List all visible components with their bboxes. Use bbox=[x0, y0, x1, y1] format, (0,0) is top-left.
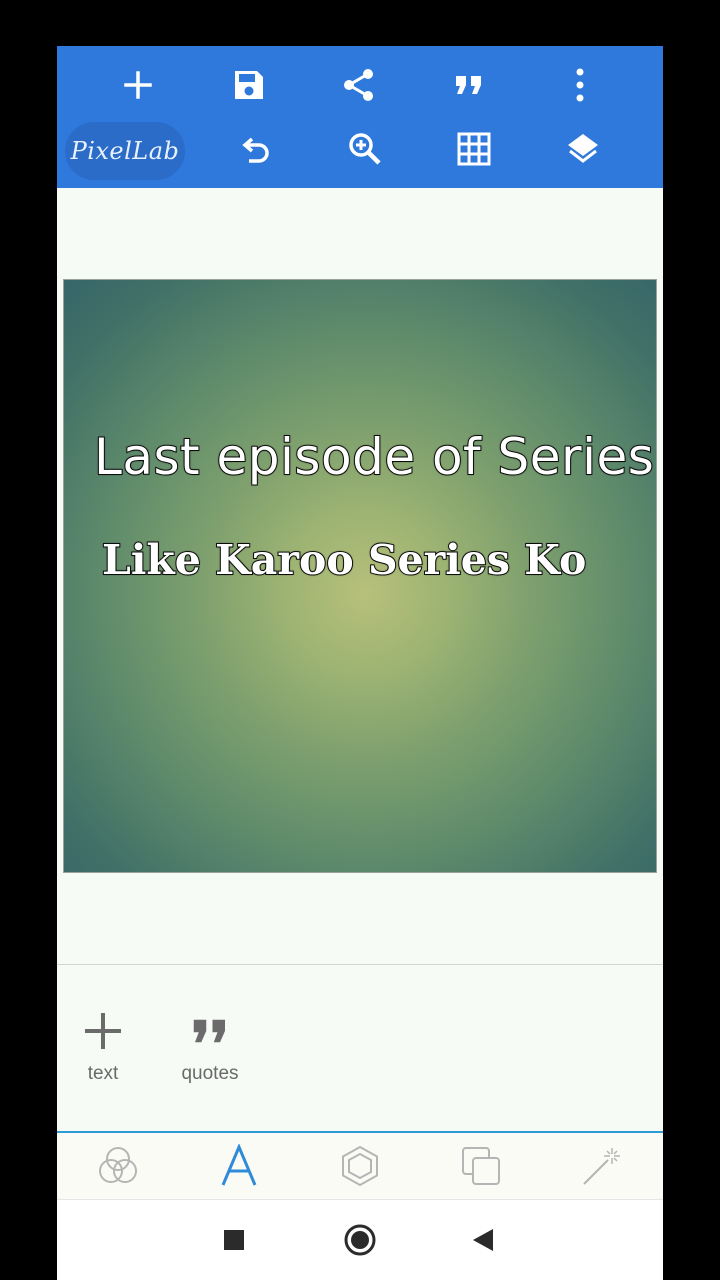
tool-label-quotes: quotes bbox=[181, 1063, 239, 1084]
app-logo-text: PixelLab bbox=[70, 137, 180, 165]
tool-label-text: text bbox=[87, 1063, 119, 1084]
canvas-area: Last episode of Series Like Karoo Series… bbox=[57, 188, 663, 964]
quote-icon[interactable] bbox=[441, 57, 497, 113]
canvas-text-line-1[interactable]: Last episode of Series bbox=[93, 427, 655, 487]
app-logo: PixelLab bbox=[65, 122, 185, 180]
app-screen: PixelLab Last episode of Series Like Kar… bbox=[57, 46, 663, 1280]
plus-icon bbox=[63, 1005, 143, 1057]
artboard[interactable]: Last episode of Series Like Karoo Series… bbox=[63, 279, 657, 873]
save-icon[interactable] bbox=[221, 57, 277, 113]
layers-icon[interactable] bbox=[555, 121, 611, 177]
tool-panel: text quotes bbox=[57, 965, 663, 1131]
hexagon-shape-icon[interactable] bbox=[335, 1141, 385, 1191]
add-icon[interactable] bbox=[110, 57, 166, 113]
share-icon[interactable] bbox=[331, 57, 387, 113]
color-circles-icon[interactable] bbox=[93, 1141, 143, 1191]
more-vert-icon[interactable] bbox=[552, 57, 608, 113]
system-nav-bar bbox=[57, 1199, 663, 1280]
quote-icon bbox=[170, 1005, 250, 1057]
undo-icon[interactable] bbox=[229, 121, 285, 177]
bottom-tabs bbox=[57, 1133, 663, 1199]
add-quote-tool[interactable]: quotes bbox=[170, 1005, 250, 1085]
canvas-text-line-2[interactable]: Like Karoo Series Ko bbox=[101, 535, 642, 585]
add-text-tool[interactable]: text bbox=[63, 1005, 143, 1085]
magic-wand-icon[interactable] bbox=[577, 1141, 627, 1191]
home-icon[interactable] bbox=[340, 1220, 380, 1260]
top-toolbar: PixelLab bbox=[57, 46, 663, 188]
zoom-in-icon[interactable] bbox=[337, 121, 393, 177]
recents-icon[interactable] bbox=[214, 1220, 254, 1260]
grid-icon[interactable] bbox=[446, 121, 502, 177]
back-icon[interactable] bbox=[463, 1220, 503, 1260]
text-a-icon[interactable] bbox=[214, 1141, 264, 1191]
layers-square-icon[interactable] bbox=[456, 1141, 506, 1191]
